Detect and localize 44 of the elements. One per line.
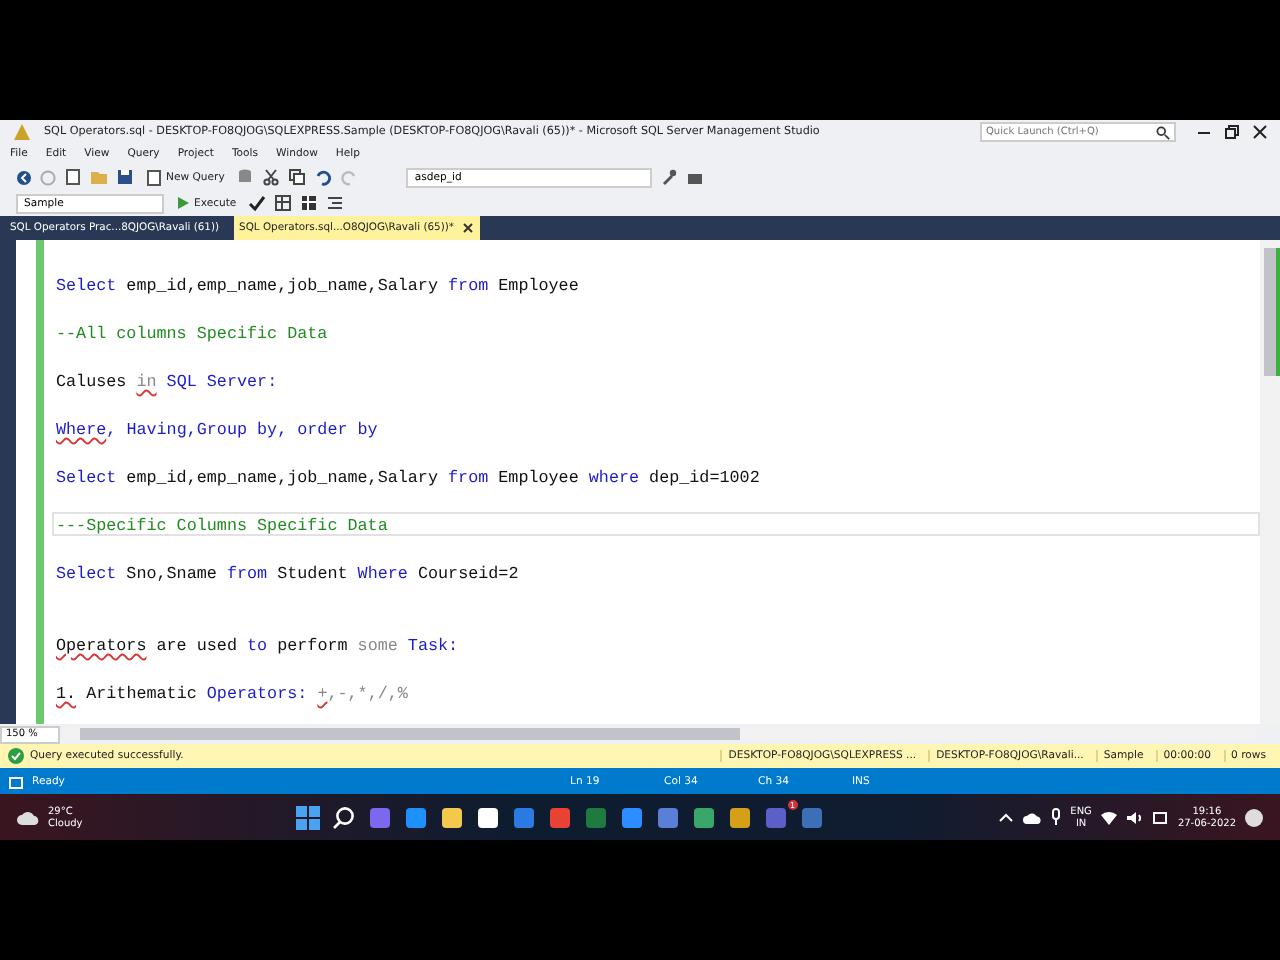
speaker-icon[interactable]: [1125, 809, 1144, 825]
indent-icon[interactable]: [326, 194, 345, 212]
app-icon[interactable]: [440, 805, 464, 829]
cloud-icon[interactable]: [1022, 809, 1043, 825]
restore-icon[interactable]: [1224, 124, 1240, 140]
close-icon[interactable]: [461, 222, 474, 234]
code-line: --All columns Specific Data: [56, 324, 328, 344]
chevron-up-icon[interactable]: [998, 809, 1015, 825]
battery-icon[interactable]: [1151, 809, 1170, 825]
document-icon: [146, 169, 162, 185]
document-icon[interactable]: [64, 168, 82, 186]
search-icon: [1156, 125, 1170, 139]
play-icon: [176, 196, 190, 210]
cut-icon[interactable]: [262, 168, 281, 186]
horizontal-scrollbar[interactable]: [64, 728, 1256, 740]
grid-icon[interactable]: [274, 194, 293, 212]
close-icon[interactable]: [1252, 124, 1268, 140]
search-icon[interactable]: [332, 805, 356, 829]
code-line: Select emp_id,emp_name,job_name,Salary from Employee where dep_id=1002: [56, 468, 760, 488]
app-icon[interactable]: [692, 805, 716, 829]
app-icon[interactable]: [728, 805, 752, 829]
success-icon: [8, 748, 24, 764]
code-line: ---Specific Columns Specific Data: [56, 516, 388, 536]
code-line: 1. Arithematic Operators: +,-,*,/,%: [56, 684, 408, 704]
code-line: Operators are used to perform some Task:: [56, 636, 459, 656]
app-icon[interactable]: [476, 805, 500, 829]
vertical-scrollbar[interactable]: [1260, 240, 1280, 724]
database-icon[interactable]: [236, 168, 255, 186]
undo-icon[interactable]: [314, 168, 333, 186]
microphone-icon[interactable]: [1050, 808, 1063, 826]
back-arrow-icon[interactable]: [16, 169, 32, 185]
window-icon: [8, 773, 24, 789]
code-line: Caluses in SQL Server:: [56, 372, 278, 392]
wifi-icon[interactable]: [1099, 809, 1118, 825]
code-line: Select Sno,Sname from Student Where Courseid=2: [56, 564, 519, 584]
code-line: Select emp_id,emp_name,job_name,Salary from Employee: [56, 276, 579, 296]
windows-logo-icon[interactable]: [296, 805, 320, 829]
copy-icon[interactable]: [288, 168, 307, 186]
app-logo-icon: [12, 122, 32, 142]
notification-icon[interactable]: [1244, 807, 1264, 827]
save-icon[interactable]: [116, 168, 134, 186]
code-line: Where, Having,Group by, order by: [56, 420, 378, 440]
checkmark-icon[interactable]: [248, 194, 267, 212]
cloud-icon: [16, 809, 40, 825]
